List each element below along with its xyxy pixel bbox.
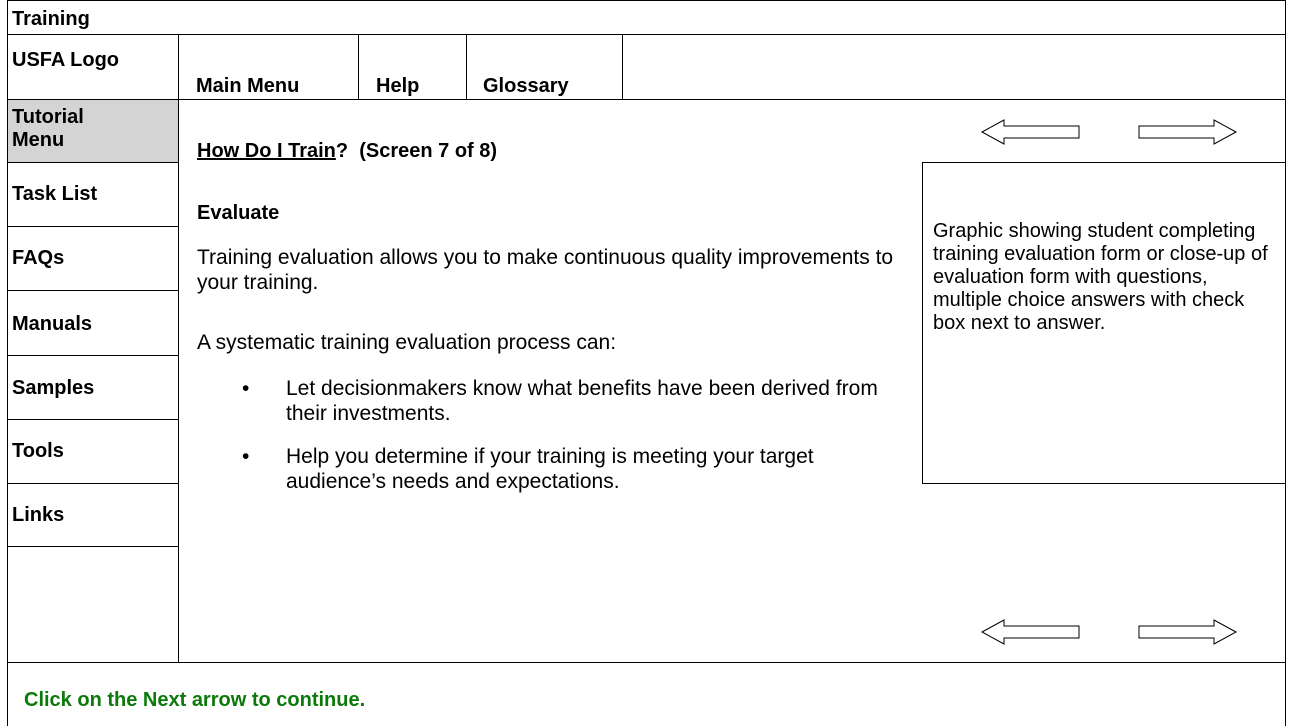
sidebar-item-label: FAQs <box>12 247 65 269</box>
help-button[interactable]: Help <box>376 75 419 98</box>
sidebar-item-label: Samples <box>12 377 95 399</box>
main-menu-button[interactable]: Main Menu <box>196 75 299 98</box>
usfa-logo: USFA Logo <box>12 49 120 71</box>
tutorial-menu-button[interactable]: Tutorial Menu <box>8 100 178 163</box>
sidebar-item-label: Manuals <box>12 313 93 335</box>
right-arrow-icon <box>1138 619 1238 645</box>
sidebar-item-tools[interactable]: Tools <box>8 420 178 484</box>
window-title: Training <box>12 8 90 30</box>
sidebar-item-task-list[interactable]: Task List <box>8 163 178 227</box>
sidebar-item-links[interactable]: Links <box>8 484 178 547</box>
bullet-icon: • <box>242 445 250 468</box>
screen-title: How Do I Train? (Screen 7 of 8) <box>197 140 497 163</box>
benefits-list: • Let decisionmakers know what benefits h… <box>190 376 902 512</box>
left-arrow-icon <box>980 619 1080 645</box>
right-arrow-icon <box>1138 119 1238 145</box>
next-arrow-top[interactable] <box>1137 117 1238 147</box>
glossary-button[interactable]: Glossary <box>483 75 569 98</box>
next-arrow-bottom[interactable] <box>1137 617 1238 647</box>
graphic-caption: Graphic showing student completing train… <box>933 220 1268 334</box>
screen-counter: ? (Screen 7 of 8) <box>335 140 498 162</box>
bullet-icon: • <box>242 377 250 400</box>
list-intro: A systematic training evaluation process… <box>197 331 617 354</box>
sidebar-item-manuals[interactable]: Manuals <box>8 291 178 356</box>
sidebar-item-samples[interactable]: Samples <box>8 356 178 420</box>
sidebar-item-faqs[interactable]: FAQs <box>8 227 178 291</box>
list-item: • Let decisionmakers know what benefits h… <box>242 377 878 425</box>
sidebar-item-label: Task List <box>12 183 98 205</box>
graphic-placeholder: Graphic showing student completing train… <box>922 162 1286 484</box>
how-do-i-train-link[interactable]: How Do I Train <box>197 140 336 162</box>
tutorial-menu-label: Tutorial Menu <box>12 106 84 151</box>
prev-arrow-top[interactable] <box>980 117 1081 147</box>
footer-instruction: Click on the Next arrow to continue. <box>24 689 366 711</box>
prev-arrow-bottom[interactable] <box>980 617 1081 647</box>
section-heading: Evaluate <box>197 202 280 224</box>
sidebar-item-label: Links <box>12 504 65 526</box>
list-item: • Help you determine if your training is … <box>242 445 814 493</box>
intro-paragraph: Training evaluation allows you to make c… <box>197 246 894 294</box>
left-arrow-icon <box>980 119 1080 145</box>
sidebar-item-label: Tools <box>12 440 64 462</box>
